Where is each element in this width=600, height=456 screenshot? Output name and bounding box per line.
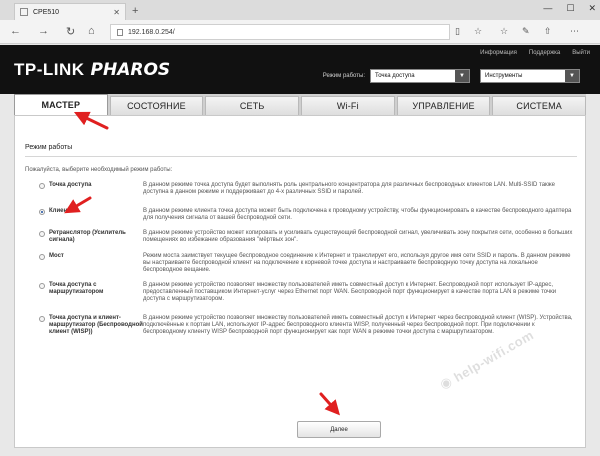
page-info-icon: [117, 28, 123, 36]
option-description: В данном режиме устройство может копиров…: [143, 230, 573, 243]
tab-title: CPE510: [33, 8, 60, 16]
home-icon[interactable]: ⌂: [88, 25, 95, 37]
option-description: Режим моста заимствует текущее беспровод…: [143, 253, 571, 273]
back-icon[interactable]: ←: [10, 25, 21, 37]
chevron-down-icon: ▼: [455, 70, 469, 82]
option-description: В данном режиме устройство позволяет мно…: [143, 282, 557, 302]
close-window-icon[interactable]: ✕: [588, 3, 596, 14]
mode-label: Режим работы:: [322, 73, 365, 79]
option-label: Мост: [49, 253, 64, 259]
address-bar: ← → ↻ ⌂ 192.168.0.254/ ▯ ☆ ☆ ✎ ⇧ ⋯: [0, 20, 600, 44]
radio-ap-router[interactable]: [39, 283, 45, 289]
url-text: 192.168.0.254/: [128, 28, 175, 36]
option-label: Ретранслятор (Усилитель сигнала): [49, 230, 126, 243]
option-label: Клиент: [49, 208, 71, 214]
option-label: Точка доступа: [49, 182, 92, 188]
page-icon: [20, 8, 28, 16]
browser-tab-bar: CPE510 ✕ + — ☐ ✕: [0, 0, 600, 20]
radio-client[interactable]: [39, 209, 45, 215]
mode-option-repeater[interactable]: Ретранслятор (Усилитель сигнала) В данно…: [39, 230, 577, 244]
content-panel: Режим работы Пожалуйста, выберите необхо…: [14, 115, 586, 448]
notes-pen-icon[interactable]: ✎: [522, 26, 530, 37]
mode-option-ap-router[interactable]: Точка доступа с маршрутизатором В данном…: [39, 282, 577, 303]
option-label: Точка доступа и клиент-маршрутизатор (Бе…: [49, 315, 143, 335]
option-description: В данном режиме точка доступа будет выпо…: [143, 182, 556, 195]
option-label: Точка доступа с маршрутизатором: [49, 282, 104, 295]
section-divider: [25, 156, 577, 157]
tab-wizard[interactable]: МАСТЕР: [14, 94, 108, 115]
tab-status[interactable]: СОСТОЯНИЕ: [109, 96, 204, 115]
new-tab-icon[interactable]: +: [132, 5, 138, 17]
header-links: Информация Поддержка Выйти: [480, 50, 590, 56]
tab-network[interactable]: СЕТЬ: [205, 96, 300, 115]
logo-product: PHAROS: [90, 60, 171, 80]
tab-management[interactable]: УПРАВЛЕНИЕ: [396, 96, 491, 115]
tools-select[interactable]: Инструменты ▼: [480, 69, 580, 83]
tab-system[interactable]: СИСТЕМА: [492, 96, 587, 115]
radio-access-point[interactable]: [39, 183, 45, 189]
option-description: В данном режиме клиента точка доступа мо…: [143, 208, 572, 221]
minimize-icon[interactable]: —: [543, 3, 552, 14]
browser-tab[interactable]: CPE510 ✕: [14, 3, 126, 20]
url-input[interactable]: 192.168.0.254/: [110, 24, 450, 40]
mode-select[interactable]: Точка доступа ▼: [370, 69, 470, 83]
option-description: В данном режиме устройство позволяет мно…: [143, 315, 573, 335]
radio-bridge[interactable]: [39, 254, 45, 260]
favorite-star-icon[interactable]: ☆: [474, 26, 482, 37]
more-icon[interactable]: ⋯: [570, 26, 579, 37]
refresh-icon[interactable]: ↻: [66, 25, 75, 38]
close-tab-icon[interactable]: ✕: [113, 8, 120, 17]
share-icon[interactable]: ⇧: [544, 26, 552, 37]
logo-brand: TP-LINK: [14, 60, 85, 79]
reading-view-icon[interactable]: ▯: [455, 26, 460, 37]
section-title: Режим работы: [25, 144, 73, 151]
mode-option-access-point[interactable]: Точка доступа В данном режиме точка дост…: [39, 182, 577, 196]
tp-link-pharos-logo: TP-LINK PHAROS: [14, 60, 170, 80]
chevron-down-icon: ▼: [565, 70, 579, 82]
window-controls: — ☐ ✕: [543, 3, 596, 14]
favorites-hub-icon[interactable]: ☆: [500, 26, 508, 37]
info-link[interactable]: Информация: [480, 50, 517, 56]
instruction-text: Пожалуйста, выберите необходимый режим р…: [25, 167, 173, 173]
radio-wisp[interactable]: [39, 316, 45, 322]
forward-icon[interactable]: →: [38, 25, 49, 37]
tools-select-value: Инструменты: [485, 73, 523, 79]
tab-wifi[interactable]: Wi-Fi: [301, 96, 395, 115]
mode-select-value: Точка доступа: [375, 73, 415, 79]
radio-repeater[interactable]: [39, 231, 45, 237]
logout-link[interactable]: Выйти: [572, 50, 590, 56]
mode-option-bridge[interactable]: Мост Режим моста заимствует текущее бесп…: [39, 253, 577, 274]
next-button[interactable]: Далее: [297, 421, 381, 438]
mode-option-wisp[interactable]: Точка доступа и клиент-маршрутизатор (Бе…: [39, 315, 577, 336]
router-header: Информация Поддержка Выйти TP-LINK PHARO…: [0, 45, 600, 94]
main-nav: МАСТЕР СОСТОЯНИЕ СЕТЬ Wi-Fi УПРАВЛЕНИЕ С…: [14, 94, 587, 115]
maximize-icon[interactable]: ☐: [566, 3, 574, 14]
support-link[interactable]: Поддержка: [529, 50, 560, 56]
mode-option-client[interactable]: Клиент В данном режиме клиента точка дос…: [39, 208, 577, 222]
mode-area: Режим работы: Точка доступа ▼ Инструмент…: [323, 69, 580, 83]
